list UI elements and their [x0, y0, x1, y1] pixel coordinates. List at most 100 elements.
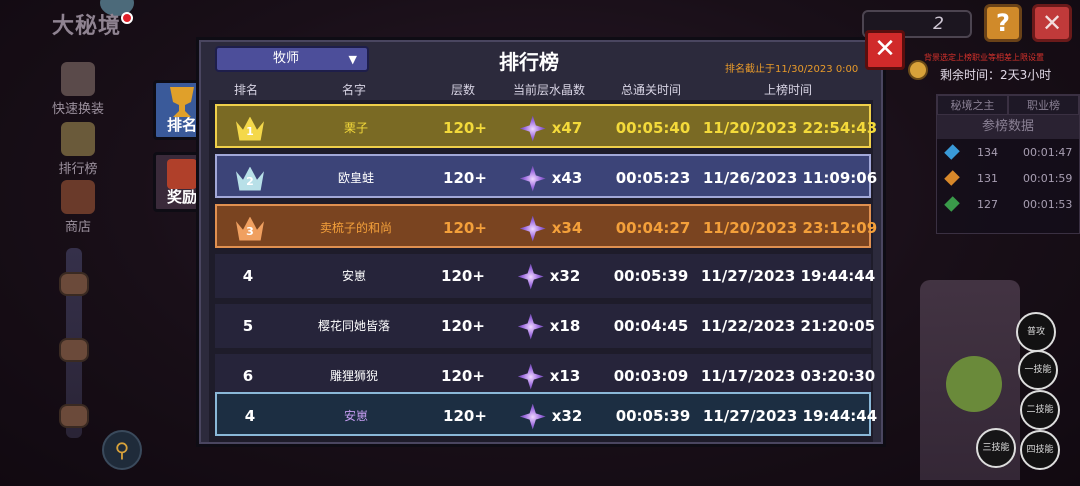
listed-time: 11/20/2023 22:54:43 — [702, 119, 878, 137]
chevron-down-icon: ▼ — [348, 53, 357, 66]
side-item-label: 商店 — [64, 220, 91, 235]
clear-time: 00:04:27 — [615, 219, 691, 237]
crystal-count: x47 — [519, 106, 583, 150]
class-select-dropdown[interactable]: 牧师 ▼ — [215, 46, 369, 72]
table-row[interactable]: 4 安崽 120+ x32 00:05:39 11/27/2023 19:44:44 — [215, 254, 875, 298]
floor-count: 120+ — [441, 267, 485, 285]
exit-button[interactable]: ✕ — [1032, 4, 1072, 42]
remaining-time: 剩余时间：2天3小时 — [940, 68, 1052, 82]
crystal-value: x32 — [549, 267, 581, 285]
skill-attack-button[interactable]: 普攻 — [1016, 312, 1056, 352]
column-header: 总通关时间 — [620, 83, 682, 97]
skill-2-button[interactable]: 二技能 — [1020, 390, 1060, 430]
crystal-value: x43 — [551, 169, 583, 187]
crystal-count: x32 — [519, 394, 583, 438]
crystal-icon — [517, 363, 544, 390]
crystal-icon — [519, 215, 546, 242]
floor-count: 120+ — [443, 219, 487, 237]
column-header: 当前层水晶数 — [512, 83, 586, 97]
side-item-leaderboard[interactable]: 排行榜 — [40, 122, 116, 177]
notification-dot — [121, 12, 133, 24]
leaderboard-modal: 牧师 ▼ 排行榜 排名截止于11/30/2023 0:00 ✕ 排名 名字 层数… — [196, 30, 905, 447]
player-name: 安崽 — [343, 409, 369, 423]
clear-time: 00:04:45 — [613, 317, 689, 335]
clear-time: 00:05:23 — [615, 169, 691, 187]
notice-text: 背景选定上榜职业等相差上限设置 — [924, 53, 1044, 62]
own-rank-row[interactable]: 4 安崽 120+ x32 00:05:39 11/27/2023 19:44:44 — [215, 392, 877, 438]
side-item-label: 快速换装 — [51, 102, 104, 117]
floor-count: 120+ — [443, 169, 487, 187]
player-name: 卖梳子的和尚 — [319, 221, 393, 235]
floor-count: 120+ — [441, 317, 485, 335]
rank-number: 1 — [246, 124, 254, 138]
crystal-icon — [517, 313, 544, 340]
close-button[interactable]: ✕ — [865, 30, 905, 70]
listed-time: 11/26/2023 11:09:06 — [702, 169, 878, 187]
crown-icon: 3 — [236, 206, 264, 250]
rank-number: 5 — [242, 317, 254, 335]
gem-icon — [944, 144, 960, 160]
tab-realm-master[interactable]: 秘境之主 — [937, 95, 1008, 115]
floor-count: 120+ — [443, 119, 487, 137]
panel-time: 00:01:59 — [1023, 171, 1073, 185]
table-row[interactable]: 2 欧皇蛙 120+ x43 00:05:23 11/26/2023 11:09:06 — [215, 154, 877, 200]
panel-row: 127 00:01:53 — [937, 191, 1079, 217]
rank-number: 4 — [244, 407, 256, 425]
crystal-count: x18 — [517, 304, 581, 348]
crystal-icon — [519, 115, 546, 142]
rank-number: 2 — [246, 174, 254, 188]
skill-4-button[interactable]: 四技能 — [1020, 430, 1060, 470]
crystal-count: x34 — [519, 206, 583, 250]
panel-row: 134 00:01:47 — [937, 139, 1079, 165]
column-header: 名字 — [341, 83, 367, 97]
crystal-value: x32 — [551, 407, 583, 425]
panel-row: 131 00:01:59 — [937, 165, 1079, 191]
trophy-icon — [170, 87, 194, 117]
column-headers: 排名 名字 层数 当前层水晶数 总通关时间 上榜时间 — [199, 81, 883, 99]
skill-1-button[interactable]: 一技能 — [1018, 350, 1058, 390]
panel-title: 参榜数据 — [937, 115, 1079, 139]
clear-time: 00:05:40 — [615, 119, 691, 137]
deadline-text: 排名截止于11/30/2023 0:00 — [725, 64, 859, 75]
help-button[interactable]: ? — [984, 4, 1022, 42]
column-header: 层数 — [450, 83, 476, 97]
chain-node — [59, 404, 89, 428]
armor-icon — [61, 62, 95, 96]
crystal-count: x32 — [517, 254, 581, 298]
floor-count: 120+ — [443, 407, 487, 425]
player-name: 栗子 — [343, 121, 369, 135]
clear-time: 00:05:39 — [613, 267, 689, 285]
panel-count: 131 — [977, 171, 998, 185]
listed-time: 11/20/2023 23:12:09 — [702, 219, 878, 237]
chain-node — [59, 272, 89, 296]
column-header: 排名 — [233, 83, 259, 97]
clear-time: 00:05:39 — [615, 407, 691, 425]
side-item-label: 排行榜 — [58, 162, 98, 177]
modal-title: 排行榜 — [499, 50, 559, 74]
frog-character — [946, 356, 1002, 412]
skill-3-button[interactable]: 三技能 — [976, 428, 1016, 468]
crystal-value: x34 — [551, 219, 583, 237]
crown-icon: 2 — [236, 156, 264, 200]
table-row[interactable]: 1 栗子 120+ x47 00:05:40 11/20/2023 22:54:43 — [215, 104, 877, 150]
panel-count: 127 — [977, 197, 998, 211]
player-name: 安崽 — [341, 269, 367, 283]
listed-time: 11/27/2023 19:44:44 — [702, 407, 878, 425]
location-pin-icon[interactable]: ⚲ — [102, 430, 142, 470]
tab-class-board[interactable]: 职业榜 — [1008, 95, 1079, 115]
panel-time: 00:01:47 — [1023, 145, 1073, 159]
crystal-count: x43 — [519, 156, 583, 200]
gem-icon — [944, 170, 960, 186]
shop-icon — [61, 180, 95, 214]
crystal-value: x47 — [551, 119, 583, 137]
participation-panel: 秘境之主 职业榜 参榜数据 134 00:01:47 131 00:01:59 … — [936, 94, 1080, 234]
panel-time: 00:01:53 — [1023, 197, 1073, 211]
column-header: 上榜时间 — [763, 83, 813, 97]
class-select-value: 牧师 — [273, 51, 300, 66]
chain-node — [59, 338, 89, 362]
table-row[interactable]: 3 卖梳子的和尚 120+ x34 00:04:27 11/20/2023 23:12:0… — [215, 204, 877, 250]
side-item-quick-equip[interactable]: 快速换装 — [40, 62, 116, 117]
side-item-shop[interactable]: 商店 — [40, 180, 116, 235]
table-row[interactable]: 5 樱花同她皆落 120+ x18 00:04:45 11/22/2023 21:20:0… — [215, 304, 875, 348]
crystal-value: x18 — [549, 317, 581, 335]
